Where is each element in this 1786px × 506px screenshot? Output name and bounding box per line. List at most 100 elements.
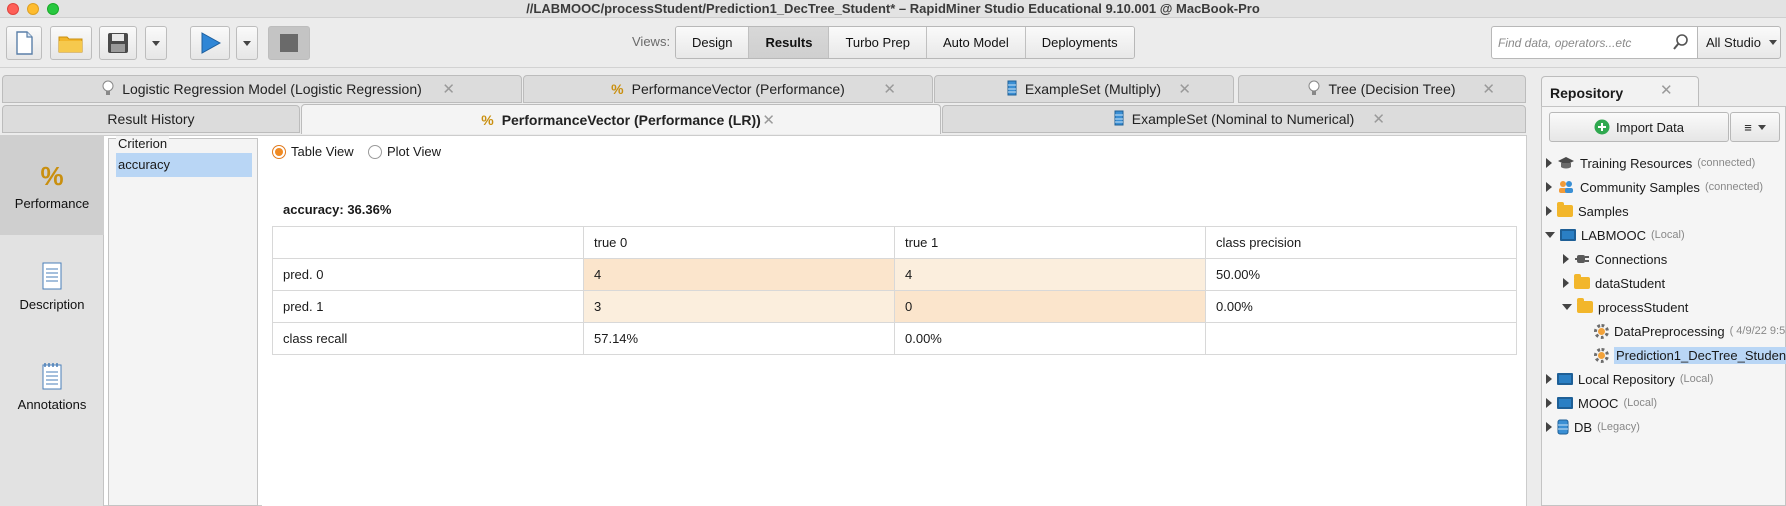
view-turbo-prep-button[interactable]: Turbo Prep xyxy=(829,27,927,58)
folder-icon xyxy=(1574,274,1590,289)
tree-item-training-resources[interactable]: Training Resources (connected) xyxy=(1546,152,1755,174)
search-scope-value: All Studio xyxy=(1706,35,1761,50)
tree-item-prediction1-dectree-student[interactable]: Prediction1_DecTree_Student xyxy=(1594,344,1786,366)
window-title: //LABMOOC/processStudent/Prediction1_Dec… xyxy=(526,1,1260,16)
expand-arrow-icon[interactable] xyxy=(1546,206,1552,216)
import-data-label: Import Data xyxy=(1616,119,1684,135)
table-cell: class recall xyxy=(272,322,584,355)
tree-item-community-samples[interactable]: Community Samples (connected) xyxy=(1546,176,1763,198)
close-icon[interactable]: ✕ xyxy=(1660,81,1673,99)
tab-logistic-regression-model[interactable]: Logistic Regression Model (Logistic Regr… xyxy=(2,75,522,103)
stop-button[interactable] xyxy=(268,26,310,60)
open-folder-icon xyxy=(58,36,83,53)
table-cell: 0.00% xyxy=(894,322,1206,355)
folder-icon xyxy=(1577,298,1593,313)
tab-label: PerformanceVector (Performance) xyxy=(631,81,845,97)
collapse-arrow-icon[interactable] xyxy=(1562,304,1572,310)
view-design-button[interactable]: Design xyxy=(676,27,750,58)
tab-label: PerformanceVector (Performance (LR)) xyxy=(501,111,761,128)
plot-view-radio[interactable] xyxy=(368,144,382,159)
plot-view-option[interactable]: Plot View xyxy=(368,144,441,159)
tab-performance-lr[interactable]: % PerformanceVector (Performance (LR)) ✕ xyxy=(301,104,941,134)
menu-icon: ≡ xyxy=(1744,119,1752,135)
expand-arrow-icon[interactable] xyxy=(1563,254,1569,264)
run-dropdown-button[interactable] xyxy=(236,26,258,60)
tree-item-local-repository[interactable]: Local Repository (Local) xyxy=(1546,368,1713,390)
tree-item-datapreprocessing[interactable]: DataPreprocessing ( 4/9/22 9:53 xyxy=(1594,320,1786,342)
close-icon[interactable]: ✕ xyxy=(883,80,896,98)
global-search xyxy=(1491,26,1698,59)
repository-menu-button[interactable]: ≡ xyxy=(1730,112,1780,142)
search-scope-select[interactable]: All Studio xyxy=(1697,26,1781,59)
view-auto-model-button[interactable]: Auto Model xyxy=(927,27,1026,58)
chevron-down-icon xyxy=(1757,124,1766,130)
nav-item-description[interactable]: Description xyxy=(0,262,104,322)
tab-result-history[interactable]: Result History xyxy=(2,105,300,133)
table-cell xyxy=(1205,322,1517,355)
tree-item-processstudent[interactable]: processStudent xyxy=(1562,296,1688,318)
new-document-icon xyxy=(16,31,33,55)
tree-item-samples[interactable]: Samples xyxy=(1546,200,1629,222)
close-icon[interactable]: ✕ xyxy=(1178,80,1191,98)
tab-performance-vector[interactable]: % PerformanceVector (Performance) ✕ xyxy=(523,75,933,103)
tab-label: ExampleSet (Nominal to Numerical) xyxy=(1131,111,1355,127)
table-header-cell xyxy=(272,226,584,259)
open-process-button[interactable] xyxy=(50,26,92,60)
table-cell: 4 xyxy=(583,258,895,291)
stop-icon xyxy=(280,34,298,52)
lightbulb-icon xyxy=(1308,80,1320,99)
expand-arrow-icon[interactable] xyxy=(1563,278,1569,288)
result-side-nav: % Performance Description Annotations xyxy=(0,135,104,506)
view-deployments-button[interactable]: Deployments xyxy=(1025,27,1134,58)
table-header-cell: class precision xyxy=(1205,226,1517,259)
nav-item-annotations[interactable]: Annotations xyxy=(0,362,104,422)
close-icon[interactable]: ✕ xyxy=(762,111,775,129)
tab-exampleset-multiply[interactable]: ExampleSet (Multiply) ✕ xyxy=(934,75,1234,103)
tree-item-db[interactable]: DB (Legacy) xyxy=(1546,416,1640,438)
tab-exampleset-nominal-to-numerical[interactable]: ExampleSet (Nominal to Numerical) ✕ xyxy=(942,105,1526,133)
expand-arrow-icon[interactable] xyxy=(1546,158,1552,168)
expand-arrow-icon[interactable] xyxy=(1546,422,1552,432)
title-bar: //LABMOOC/processStudent/Prediction1_Dec… xyxy=(0,0,1786,18)
new-process-button[interactable] xyxy=(6,26,42,60)
tree-item-labmooc[interactable]: LABMOOC (Local) xyxy=(1545,224,1685,246)
criterion-item-accuracy[interactable]: accuracy xyxy=(116,153,252,177)
table-row: class recall 57.14% 0.00% xyxy=(272,322,1517,355)
lightbulb-icon xyxy=(102,80,114,99)
notes-icon xyxy=(42,363,62,390)
table-row: pred. 1 3 0 0.00% xyxy=(272,290,1517,323)
view-results-button[interactable]: Results xyxy=(749,27,830,58)
table-icon xyxy=(1114,110,1124,129)
chevron-down-icon xyxy=(1768,40,1777,45)
expand-arrow-icon[interactable] xyxy=(1546,182,1552,192)
tab-decision-tree[interactable]: Tree (Decision Tree) ✕ xyxy=(1238,75,1526,103)
table-view-option[interactable]: Table View xyxy=(272,144,354,159)
tree-item-datastudent[interactable]: dataStudent xyxy=(1563,272,1665,294)
expand-arrow-icon[interactable] xyxy=(1546,398,1552,408)
expand-arrow-icon[interactable] xyxy=(1546,374,1552,384)
import-data-button[interactable]: Import Data xyxy=(1549,112,1729,142)
nav-item-performance[interactable]: % Performance xyxy=(0,135,104,235)
views-switcher: Design Results Turbo Prep Auto Model Dep… xyxy=(675,26,1135,59)
save-icon xyxy=(108,33,128,53)
plot-view-label: Plot View xyxy=(387,144,441,159)
repository-tab[interactable]: Repository xyxy=(1541,76,1699,106)
close-icon[interactable]: ✕ xyxy=(1372,110,1385,128)
criterion-panel xyxy=(108,138,258,506)
tab-label: Tree (Decision Tree) xyxy=(1328,81,1456,97)
table-header-cell: true 0 xyxy=(583,226,895,259)
toolbar: Views: Design Results Turbo Prep Auto Mo… xyxy=(0,18,1786,68)
database-icon xyxy=(1557,419,1569,435)
save-button[interactable] xyxy=(99,26,137,60)
tree-item-connections[interactable]: Connections xyxy=(1563,248,1667,270)
run-button[interactable] xyxy=(190,26,230,60)
graduation-cap-icon xyxy=(1558,157,1574,169)
close-icon[interactable]: ✕ xyxy=(1482,80,1495,98)
close-icon[interactable]: ✕ xyxy=(442,80,455,98)
collapse-arrow-icon[interactable] xyxy=(1545,232,1555,238)
table-view-radio[interactable] xyxy=(272,144,286,159)
search-input[interactable] xyxy=(1498,34,1666,52)
tree-item-mooc[interactable]: MOOC (Local) xyxy=(1546,392,1657,414)
save-dropdown-button[interactable] xyxy=(145,26,167,60)
search-icon[interactable] xyxy=(1673,34,1689,50)
